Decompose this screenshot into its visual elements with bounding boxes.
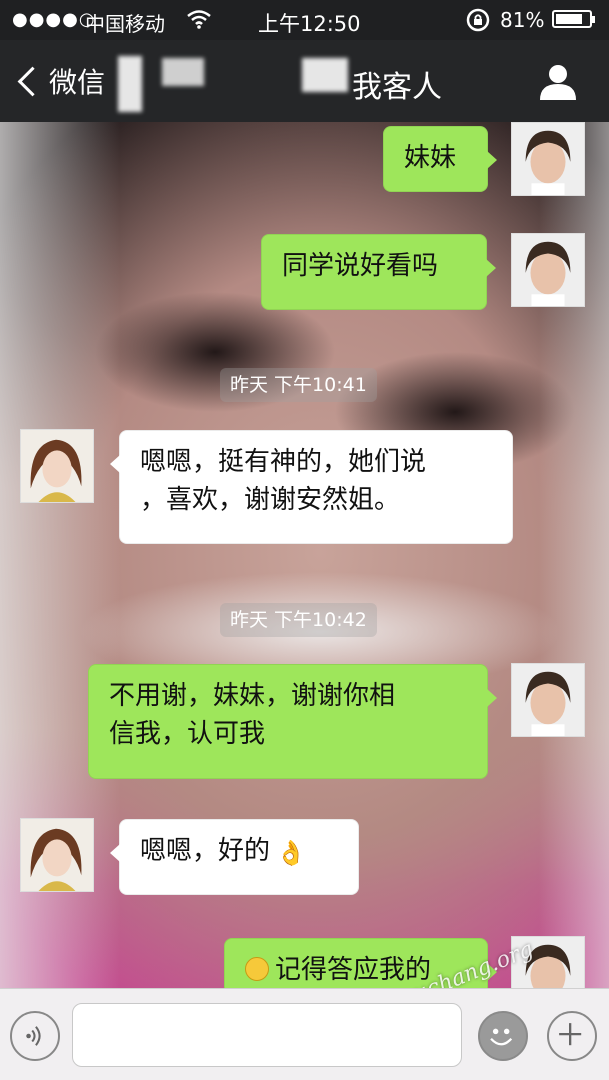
message-text: 记得答应我的 bbox=[275, 955, 432, 985]
my-avatar[interactable] bbox=[511, 663, 585, 737]
clock: 上午12:50 bbox=[258, 12, 361, 36]
battery-percentage: 81% bbox=[500, 8, 545, 32]
received-message-bubble[interactable]: 嗯嗯，好的 👌 bbox=[110, 819, 359, 895]
chevron-left-icon bbox=[17, 66, 48, 96]
voice-icon bbox=[26, 1026, 41, 1046]
sent-message-bubble[interactable]: 不用谢，妹妹，谢谢你相 信我，认可我 bbox=[88, 664, 497, 779]
redacted-name-block bbox=[302, 58, 348, 92]
message-timestamp: 昨天 下午10:41 bbox=[220, 368, 377, 402]
message-text-line: ，喜欢，谢谢安然姐。 bbox=[140, 485, 401, 515]
message-text-line: 嗯嗯，挺有神的，她们说 bbox=[140, 447, 427, 477]
back-button[interactable]: 微信 bbox=[14, 60, 105, 102]
sent-message-bubble[interactable]: 妹妹 bbox=[383, 126, 497, 192]
redacted-name-block bbox=[118, 56, 142, 112]
plus-icon bbox=[559, 1023, 582, 1046]
chat-message-list[interactable]: 妹妹 同学说好看吗 昨天 下午10:41 嗯嗯，挺有神的，她们说 ，喜欢，谢谢安… bbox=[0, 122, 609, 988]
message-text: 嗯嗯，好的 bbox=[140, 836, 271, 866]
more-options-button[interactable] bbox=[547, 1011, 597, 1061]
navigation-bar: 微信 我客人 bbox=[0, 40, 609, 122]
sent-message-bubble[interactable]: 同学说好看吗 bbox=[261, 234, 496, 310]
message-text-line: 信我，认可我 bbox=[109, 719, 266, 749]
chat-title: 我客人 bbox=[352, 70, 442, 105]
back-button-label: 微信 bbox=[49, 66, 106, 99]
my-avatar[interactable] bbox=[511, 233, 585, 307]
profile-button[interactable] bbox=[536, 60, 580, 104]
emoji-face-icon bbox=[490, 1028, 513, 1046]
voice-input-button[interactable] bbox=[10, 1011, 60, 1061]
message-text-line: 不用谢，妹妹，谢谢你相 bbox=[109, 681, 396, 711]
emoji-button[interactable] bbox=[478, 1011, 528, 1061]
wifi-icon bbox=[186, 8, 212, 35]
message-input-bar bbox=[0, 988, 609, 1080]
contact-avatar[interactable] bbox=[20, 429, 94, 503]
person-icon bbox=[540, 65, 576, 100]
message-timestamp: 昨天 下午10:42 bbox=[220, 603, 377, 637]
redacted-name-block bbox=[162, 58, 204, 86]
carrier-label: 中国移动 bbox=[85, 12, 165, 36]
signal-strength-icon: ●●●●○ bbox=[12, 9, 96, 30]
contact-avatar[interactable] bbox=[20, 818, 94, 892]
message-text: 妹妹 bbox=[404, 143, 457, 173]
battery-icon bbox=[552, 10, 595, 28]
message-input[interactable] bbox=[72, 1003, 462, 1067]
received-message-bubble[interactable]: 嗯嗯，挺有神的，她们说 ，喜欢，谢谢安然姐。 bbox=[110, 430, 513, 544]
ok-hand-emoji-icon: 👌 bbox=[276, 839, 306, 867]
rotation-lock-icon bbox=[465, 7, 491, 38]
message-text: 同学说好看吗 bbox=[282, 251, 439, 281]
smile-emoji-icon bbox=[245, 957, 269, 981]
status-bar: ●●●●○ 中国移动 上午12:50 81% bbox=[0, 0, 609, 40]
my-avatar[interactable] bbox=[511, 122, 585, 196]
